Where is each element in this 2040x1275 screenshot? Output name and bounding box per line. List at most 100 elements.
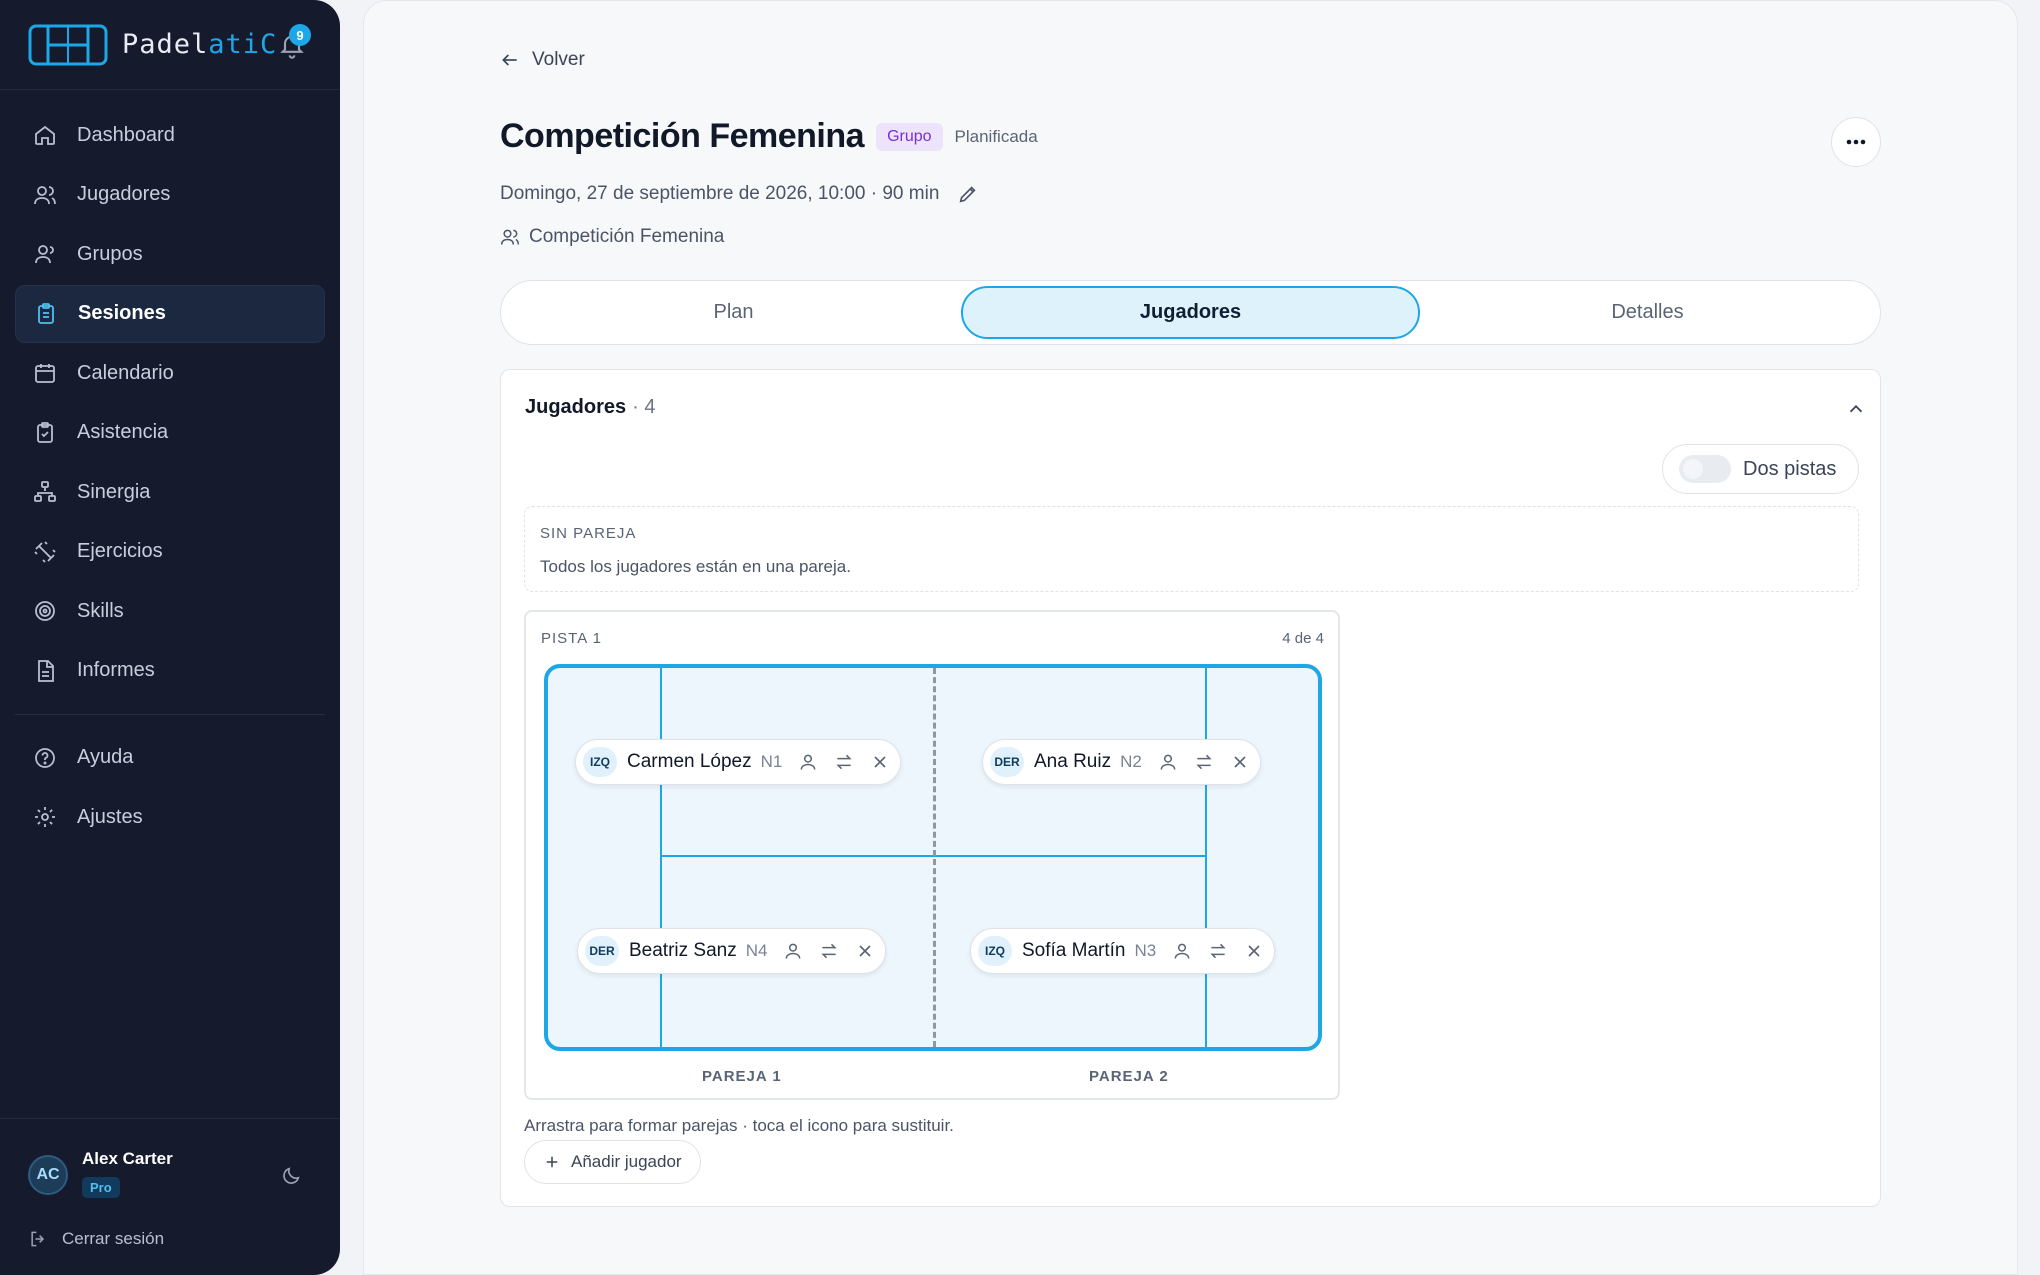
main-nav: Dashboard Jugadores Grupos Sesiones Cale… [0, 90, 340, 846]
sidebar-item-label: Informes [77, 659, 155, 681]
status-text: Planificada [954, 126, 1038, 146]
sidebar-item-label: Jugadores [77, 183, 171, 205]
side-badge: IZQ [978, 936, 1012, 966]
dumbbell-icon [34, 540, 56, 563]
ellipsis-icon [1846, 139, 1866, 145]
page-title: Competición Femenina [500, 117, 865, 155]
arrow-left-icon [502, 54, 517, 66]
player-chip[interactable]: IZQ Carmen López N1 [575, 739, 902, 785]
side-badge: IZQ [583, 747, 617, 777]
pencil-icon[interactable] [957, 183, 979, 205]
sidebar-item-skills[interactable]: Skills [15, 582, 325, 640]
calendar-icon [35, 364, 55, 383]
padel-court[interactable] [544, 664, 1322, 1051]
clipboard-check-icon [37, 421, 53, 443]
type-badge: Grupo [876, 122, 943, 151]
unpaired-title: SIN PAREJA [540, 525, 637, 542]
toggle-switch[interactable] [1679, 455, 1731, 483]
player-chip[interactable]: DER Beatriz Sanz N4 [577, 928, 887, 974]
player-name: Sofía Martín [1022, 940, 1126, 961]
sidebar-item-jugadores[interactable]: Jugadores [15, 166, 325, 224]
sidebar-item-label: Skills [77, 599, 124, 622]
title-row: Competición Femenina Grupo Planificada [500, 117, 1038, 156]
swap-icon[interactable] [834, 752, 854, 772]
home-icon [35, 125, 55, 145]
sidebar-item-ejercicios[interactable]: Ejercicios [15, 523, 325, 581]
sidebar: PadelatiC 9 Dashboard Jugadores Grupos S… [0, 0, 340, 1275]
sidebar-item-label: Ejercicios [77, 540, 163, 562]
logout-button[interactable]: Cerrar sesión [28, 1229, 164, 1249]
sidebar-item-asistencia[interactable]: Asistencia [15, 404, 325, 462]
avatar[interactable]: AC [28, 1155, 68, 1195]
swap-icon[interactable] [1208, 941, 1228, 961]
service-line-right [1205, 668, 1207, 1047]
clipboard-icon [38, 302, 54, 324]
date-text: Domingo, 27 de septiembre de 2026, 10:00… [500, 183, 940, 204]
sidebar-item-label: Sesiones [78, 302, 166, 324]
user-icon[interactable] [1158, 752, 1178, 772]
moon-icon[interactable] [280, 1165, 302, 1187]
close-icon[interactable] [1230, 752, 1250, 772]
sidebar-item-sesiones[interactable]: Sesiones [15, 284, 325, 343]
unpaired-description: Todos los jugadores están en una pareja. [540, 557, 851, 576]
plus-icon [546, 1156, 558, 1168]
back-label: Volver [532, 49, 585, 70]
sidebar-item-ayuda[interactable]: Ayuda [15, 729, 325, 787]
tab-plan[interactable]: Plan [506, 286, 961, 339]
user-icon[interactable] [783, 941, 803, 961]
sidebar-item-calendario[interactable]: Calendario [15, 344, 325, 402]
session-group: Competición Femenina [500, 226, 724, 248]
user-icon[interactable] [798, 752, 818, 772]
group-icon [35, 245, 54, 264]
unpaired-dropzone[interactable]: SIN PAREJA Todos los jugadores están en … [524, 506, 1859, 592]
sidebar-item-grupos[interactable]: Grupos [15, 225, 325, 283]
pair-label: PAREJA 1 [702, 1068, 782, 1085]
player-level: N3 [1134, 941, 1157, 960]
drag-hint: Arrastra para formar parejas · toca el i… [524, 1116, 954, 1135]
brand-header: PadelatiC 9 [0, 0, 340, 90]
sidebar-item-informes[interactable]: Informes [15, 642, 325, 700]
logout-icon [31, 1231, 45, 1247]
side-badge: DER [990, 747, 1024, 777]
player-chip[interactable]: IZQ Sofía Martín N3 [970, 928, 1276, 974]
user-icon[interactable] [1172, 941, 1192, 961]
service-line-left [660, 668, 662, 1047]
network-icon [34, 481, 56, 502]
court-logo-icon [28, 24, 108, 65]
file-icon [38, 659, 54, 682]
sidebar-item-dashboard[interactable]: Dashboard [15, 106, 325, 164]
player-level: N4 [745, 941, 768, 960]
tab-detalles[interactable]: Detalles [1420, 286, 1875, 339]
notification-badge: 9 [289, 24, 311, 46]
toggle-label: Dos pistas [1743, 457, 1837, 480]
court-net [933, 668, 936, 1047]
tab-jugadores[interactable]: Jugadores [961, 286, 1420, 339]
player-name: Ana Ruiz [1034, 751, 1112, 772]
back-link[interactable]: Volver [500, 49, 585, 71]
sidebar-item-label: Calendario [77, 361, 174, 384]
players-title: Jugadores [525, 396, 627, 418]
sidebar-item-label: Ayuda [77, 746, 134, 768]
sidebar-item-label: Grupos [77, 242, 143, 265]
sidebar-item-sinergia[interactable]: Sinergia [15, 463, 325, 521]
swap-icon[interactable] [1194, 752, 1214, 772]
nav-divider [15, 713, 325, 715]
close-icon[interactable] [870, 752, 890, 772]
target-icon [35, 601, 55, 621]
close-icon[interactable] [1244, 941, 1264, 961]
sidebar-item-label: Sinergia [77, 480, 151, 503]
gear-icon [35, 807, 55, 827]
players-header[interactable]: Jugadores · 4 [525, 396, 656, 419]
more-options-button[interactable] [1831, 117, 1881, 167]
chevron-up-icon[interactable] [1845, 398, 1867, 420]
logout-label: Cerrar sesión [62, 1229, 165, 1248]
swap-icon[interactable] [819, 941, 839, 961]
sidebar-item-label: Asistencia [77, 421, 169, 443]
two-courts-toggle[interactable]: Dos pistas [1662, 444, 1859, 494]
close-icon[interactable] [855, 941, 875, 961]
add-player-button[interactable]: Añadir jugador [524, 1140, 701, 1184]
sidebar-item-ajustes[interactable]: Ajustes [15, 788, 325, 846]
player-chip[interactable]: DER Ana Ruiz N2 [982, 739, 1261, 785]
help-icon [35, 747, 55, 768]
tab-bar: Plan Jugadores Detalles [500, 280, 1881, 345]
